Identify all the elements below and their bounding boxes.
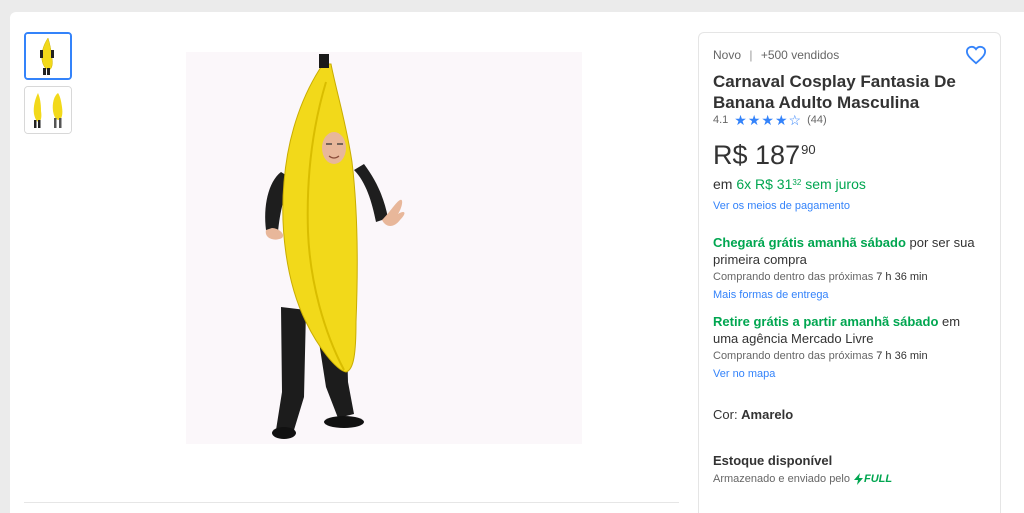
favorite-button[interactable] (965, 45, 987, 65)
full-label: FULL (863, 473, 893, 485)
more-delivery-options-link[interactable]: Mais formas de entrega (713, 289, 829, 301)
top-strip (0, 0, 1024, 12)
home-delivery-info: Chegará grátis amanhã sábado por ser sua… (713, 234, 988, 268)
shipping-text: Armazenado e enviado pelo (713, 473, 850, 485)
home-delivery-timer: Comprando dentro das próximas 7 h 36 min (713, 271, 928, 283)
rating-stars: ★ ★ ★ ★ ☆ (734, 113, 801, 127)
rating-row[interactable]: 4.1 ★ ★ ★ ★ ☆ (44) (713, 113, 827, 127)
pickup-timer-prefix: Comprando dentro das próximas (713, 350, 877, 362)
banana-costume-two-views-image (25, 87, 71, 133)
condition-sold-line: Novo | +500 vendidos (713, 48, 839, 62)
rating-count: (44) (807, 114, 827, 126)
rating-value: 4.1 (713, 114, 729, 126)
star-icon: ★ (747, 112, 761, 128)
price: R$ 18790 (713, 140, 816, 171)
heart-icon (965, 45, 987, 65)
installments-prefix: em (713, 176, 733, 192)
condition-label: Novo (713, 48, 742, 62)
see-on-map-link[interactable]: Ver no mapa (713, 368, 775, 380)
banana-costume-image (186, 52, 582, 444)
full-badge: FULL (853, 473, 893, 485)
product-main-image[interactable] (186, 52, 582, 444)
star-icon: ★ (734, 112, 747, 128)
home-timer-value: 7 h 36 min (876, 271, 928, 283)
thumbnail-2[interactable] (24, 86, 72, 134)
color-value: Amarelo (741, 407, 794, 422)
pickup-highlight: Retire grátis a partir amanhã sábado (713, 314, 939, 329)
product-card: Novo | +500 vendidos Carnaval Cosplay Fa… (10, 12, 1024, 513)
product-title: Carnaval Cosplay Fantasia De Banana Adul… (713, 72, 956, 112)
content-divider (24, 502, 679, 503)
installments-plan: 6x R$ 31 (736, 176, 793, 192)
installments-cents: 32 (792, 178, 802, 187)
buy-box: Novo | +500 vendidos Carnaval Cosplay Fa… (698, 32, 1001, 513)
stock-title: Estoque disponível (713, 453, 833, 468)
home-timer-prefix: Comprando dentro das próximas (713, 271, 877, 283)
subtitle-separator: | (749, 48, 753, 62)
payment-methods-link[interactable]: Ver os meios de pagamento (713, 200, 850, 212)
color-variant: Cor: Amarelo (713, 407, 793, 422)
shipping-by-full: Armazenado e enviado pelo FULL (713, 473, 892, 485)
star-icon: ★ (761, 112, 774, 128)
price-currency: R$ (713, 140, 748, 170)
star-icon: ★ (774, 112, 788, 128)
sold-count: +500 vendidos (760, 48, 840, 62)
thumbnail-1[interactable] (24, 32, 72, 80)
home-delivery-highlight: Chegará grátis amanhã sábado (713, 235, 906, 250)
installments-suffix: sem juros (805, 176, 866, 192)
lightning-icon (853, 473, 863, 485)
pickup-info: Retire grátis a partir amanhã sábado em … (713, 313, 988, 347)
installments: em 6x R$ 3132 sem juros (713, 176, 866, 192)
color-label: Cor: (713, 407, 742, 422)
star-empty-icon: ☆ (788, 112, 802, 128)
pickup-timer-value: 7 h 36 min (876, 350, 928, 362)
pickup-timer: Comprando dentro das próximas 7 h 36 min (713, 350, 928, 362)
banana-costume-thumb-image (26, 34, 70, 78)
price-integer: 187 (755, 140, 801, 170)
price-cents: 90 (801, 142, 816, 157)
